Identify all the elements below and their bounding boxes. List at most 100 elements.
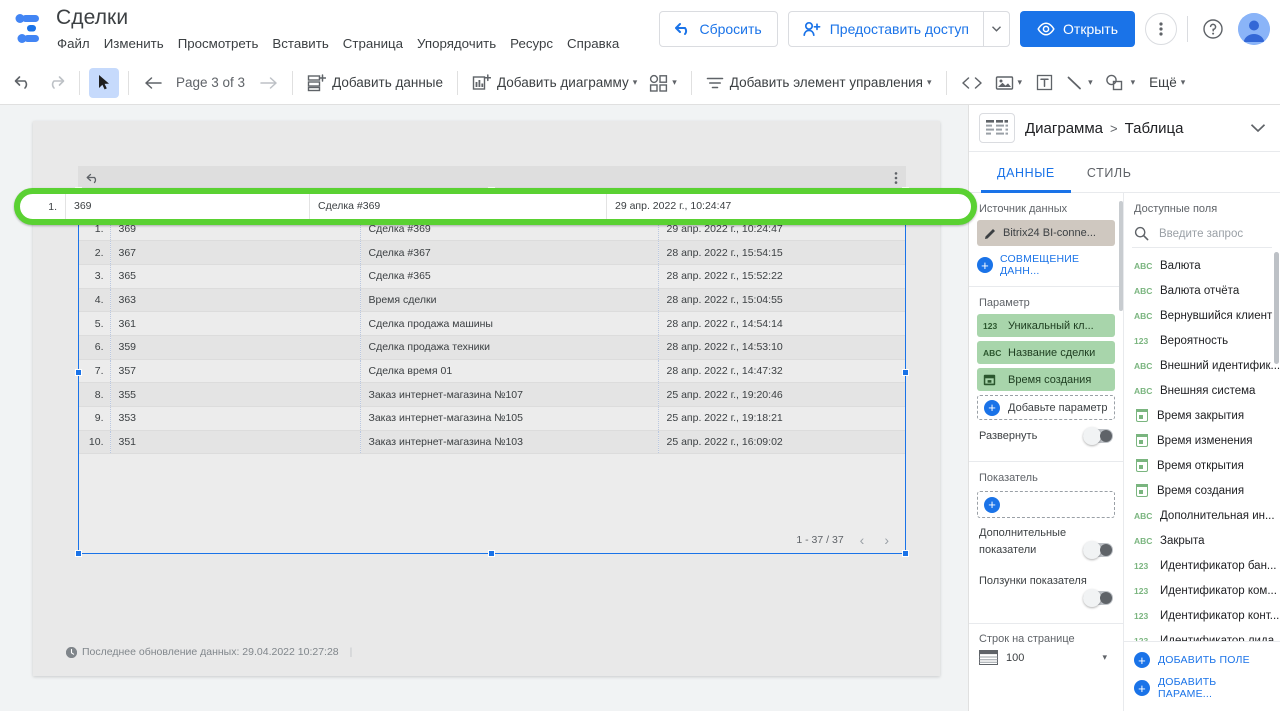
resize-handle-e[interactable] bbox=[902, 369, 909, 376]
field-item[interactable]: ABC Внешняя система bbox=[1124, 378, 1280, 403]
insert-line-button[interactable]: ▾ bbox=[1061, 68, 1098, 98]
menu-item-help[interactable]: Справка bbox=[560, 34, 626, 53]
table-row[interactable]: 5. 361 Сделка продажа машины 28 апр. 202… bbox=[79, 311, 905, 336]
field-item[interactable]: Время открытия bbox=[1124, 453, 1280, 478]
metric-sliders-toggle[interactable] bbox=[1083, 589, 1113, 607]
add-control-caret-icon[interactable]: ▾ bbox=[927, 77, 932, 88]
optional-metrics-toggle[interactable] bbox=[1083, 541, 1113, 559]
fields-scrollbar[interactable] bbox=[1274, 252, 1279, 364]
table-row[interactable]: 4. 363 Время сделки 28 апр. 2022 г., 15:… bbox=[79, 288, 905, 313]
resize-handle-s[interactable] bbox=[488, 550, 495, 557]
field-item[interactable]: ABC Дополнительная ин... bbox=[1124, 503, 1280, 528]
add-data-button[interactable]: Добавить данные bbox=[302, 68, 448, 98]
add-control-button[interactable]: Добавить элемент управления ▾ bbox=[701, 68, 937, 98]
field-item[interactable]: Время закрытия bbox=[1124, 403, 1280, 428]
dimension-chip-unique-key[interactable]: 123 Уникальный кл... bbox=[977, 314, 1115, 337]
table-row[interactable]: 8. 355 Заказ интернет-магазина №107 25 а… bbox=[79, 382, 905, 407]
pagination-prev-icon[interactable]: ‹ bbox=[856, 532, 869, 548]
breadcrumb-chart[interactable]: Диаграмма bbox=[1025, 120, 1103, 137]
select-tool-button[interactable] bbox=[89, 67, 119, 98]
field-item[interactable]: Время создания bbox=[1124, 478, 1280, 503]
add-chart-button[interactable]: Добавить диаграмму ▾ bbox=[467, 68, 642, 98]
table-row[interactable]: 2. 367 Сделка #367 28 апр. 2022 г., 15:5… bbox=[79, 240, 905, 265]
tab-style[interactable]: СТИЛЬ bbox=[1071, 152, 1148, 193]
reset-button[interactable]: Сбросить bbox=[659, 11, 778, 47]
add-metric-button[interactable]: + bbox=[977, 491, 1115, 518]
resize-handle-se[interactable] bbox=[902, 550, 909, 557]
caret-down-icon[interactable]: ▾ bbox=[1102, 652, 1107, 663]
rows-per-page-control[interactable]: 100 ▾ bbox=[969, 650, 1123, 665]
field-item[interactable]: 123 Идентификатор конт... bbox=[1124, 603, 1280, 628]
panel-collapse-button[interactable] bbox=[1250, 123, 1270, 133]
next-page-button[interactable] bbox=[253, 68, 283, 98]
user-avatar[interactable] bbox=[1238, 13, 1270, 45]
cell-created-time: 25 апр. 2022 г., 16:09:02 bbox=[657, 430, 905, 455]
table-chart-widget[interactable]: Уникальный ключ ▼ Название сделки Время … bbox=[75, 187, 909, 557]
more-options-button[interactable] bbox=[1145, 13, 1177, 45]
dimension-section-label: Параметр bbox=[979, 297, 1030, 309]
community-visualization-caret-icon[interactable]: ▾ bbox=[672, 77, 677, 88]
fields-search-box[interactable] bbox=[1132, 220, 1272, 248]
field-item[interactable]: ABC Валюта bbox=[1124, 253, 1280, 278]
insert-image-caret-icon[interactable]: ▾ bbox=[1018, 77, 1023, 88]
field-item[interactable]: Время изменения bbox=[1124, 428, 1280, 453]
blend-data-button[interactable]: + СОВМЕЩЕНИЕ ДАНН... bbox=[969, 246, 1123, 277]
page-indicator[interactable]: Page 3 of 3 bbox=[170, 75, 251, 90]
menu-item-view[interactable]: Просмотреть bbox=[171, 34, 266, 53]
menu-item-resource[interactable]: Ресурс bbox=[503, 34, 560, 53]
field-item[interactable]: ABC Внешний идентифик... bbox=[1124, 353, 1280, 378]
community-visualization-button[interactable]: ▾ bbox=[644, 68, 682, 98]
dimension-chip-created-time[interactable]: Время создания bbox=[977, 368, 1115, 391]
field-item[interactable]: 123 Идентификатор ком... bbox=[1124, 578, 1280, 603]
table-row[interactable]: 7. 357 Сделка время 01 28 апр. 2022 г., … bbox=[79, 359, 905, 384]
pencil-icon[interactable] bbox=[984, 227, 997, 240]
redo-button[interactable] bbox=[40, 68, 70, 98]
menu-item-insert[interactable]: Вставить bbox=[265, 34, 335, 53]
field-item[interactable]: 123 Вероятность bbox=[1124, 328, 1280, 353]
insert-shape-caret-icon[interactable]: ▾ bbox=[1131, 77, 1136, 88]
resize-handle-w[interactable] bbox=[75, 369, 82, 376]
pagination-next-icon[interactable]: › bbox=[880, 532, 893, 548]
table-row[interactable]: 10. 351 Заказ интернет-магазина №103 25 … bbox=[79, 430, 905, 455]
available-fields-list[interactable]: ABC Валюта ABC Валюта отчёта ABC Вернувш… bbox=[1124, 248, 1280, 646]
add-parameter-button[interactable]: + ДОБАВИТЬ ПАРАМЕ... bbox=[1124, 672, 1280, 704]
more-tools-caret-icon[interactable]: ▾ bbox=[1181, 77, 1186, 88]
tab-data[interactable]: ДАННЫЕ bbox=[981, 152, 1071, 193]
chart-undo-icon[interactable] bbox=[86, 173, 100, 184]
table-row[interactable]: 9. 353 Заказ интернет-магазина №105 25 а… bbox=[79, 406, 905, 431]
add-chart-caret-icon[interactable]: ▾ bbox=[633, 77, 638, 88]
insert-image-button[interactable]: ▾ bbox=[990, 68, 1028, 98]
menu-item-file[interactable]: Файл bbox=[50, 34, 97, 53]
breadcrumb-table[interactable]: Таблица bbox=[1125, 120, 1184, 137]
expand-toggle[interactable] bbox=[1083, 427, 1113, 445]
insert-shape-button[interactable]: ▾ bbox=[1100, 68, 1141, 98]
prev-page-button[interactable] bbox=[138, 68, 168, 98]
add-field-button[interactable]: + ДОБАВИТЬ ПОЛЕ bbox=[1124, 648, 1280, 672]
insert-text-button[interactable] bbox=[1029, 68, 1059, 98]
panel-scrollbar[interactable] bbox=[1119, 201, 1123, 311]
chart-options-icon[interactable] bbox=[894, 171, 898, 185]
field-item[interactable]: 123 Идентификатор бан... bbox=[1124, 553, 1280, 578]
view-button[interactable]: Открыть bbox=[1020, 11, 1135, 47]
add-dimension-button[interactable]: + Добавьте параметр bbox=[977, 395, 1115, 420]
share-dropdown-caret[interactable] bbox=[983, 12, 1009, 46]
resize-handle-sw[interactable] bbox=[75, 550, 82, 557]
more-tools-button[interactable]: Ещё ▾ bbox=[1142, 68, 1190, 98]
menu-item-page[interactable]: Страница bbox=[336, 34, 410, 53]
menu-item-edit[interactable]: Изменить bbox=[97, 34, 171, 53]
data-source-chip[interactable]: Bitrix24 BI-conne... bbox=[977, 220, 1115, 246]
document-title[interactable]: Сделки bbox=[56, 5, 626, 31]
undo-button[interactable] bbox=[8, 68, 38, 98]
field-item[interactable]: ABC Закрыта bbox=[1124, 528, 1280, 553]
table-row[interactable]: 6. 359 Сделка продажа техники 28 апр. 20… bbox=[79, 335, 905, 360]
field-item[interactable]: ABC Валюта отчёта bbox=[1124, 278, 1280, 303]
table-row[interactable]: 3. 365 Сделка #365 28 апр. 2022 г., 15:5… bbox=[79, 264, 905, 289]
share-button[interactable]: Предоставить доступ bbox=[789, 12, 983, 46]
field-item[interactable]: ABC Вернувшийся клиент bbox=[1124, 303, 1280, 328]
help-button[interactable] bbox=[1198, 14, 1228, 44]
menu-item-arrange[interactable]: Упорядочить bbox=[410, 34, 503, 53]
dimension-chip-deal-name[interactable]: ABC Название сделки bbox=[977, 341, 1115, 364]
insert-line-caret-icon[interactable]: ▾ bbox=[1088, 77, 1093, 88]
embed-code-button[interactable] bbox=[956, 68, 988, 98]
fields-search-input[interactable] bbox=[1157, 226, 1265, 241]
